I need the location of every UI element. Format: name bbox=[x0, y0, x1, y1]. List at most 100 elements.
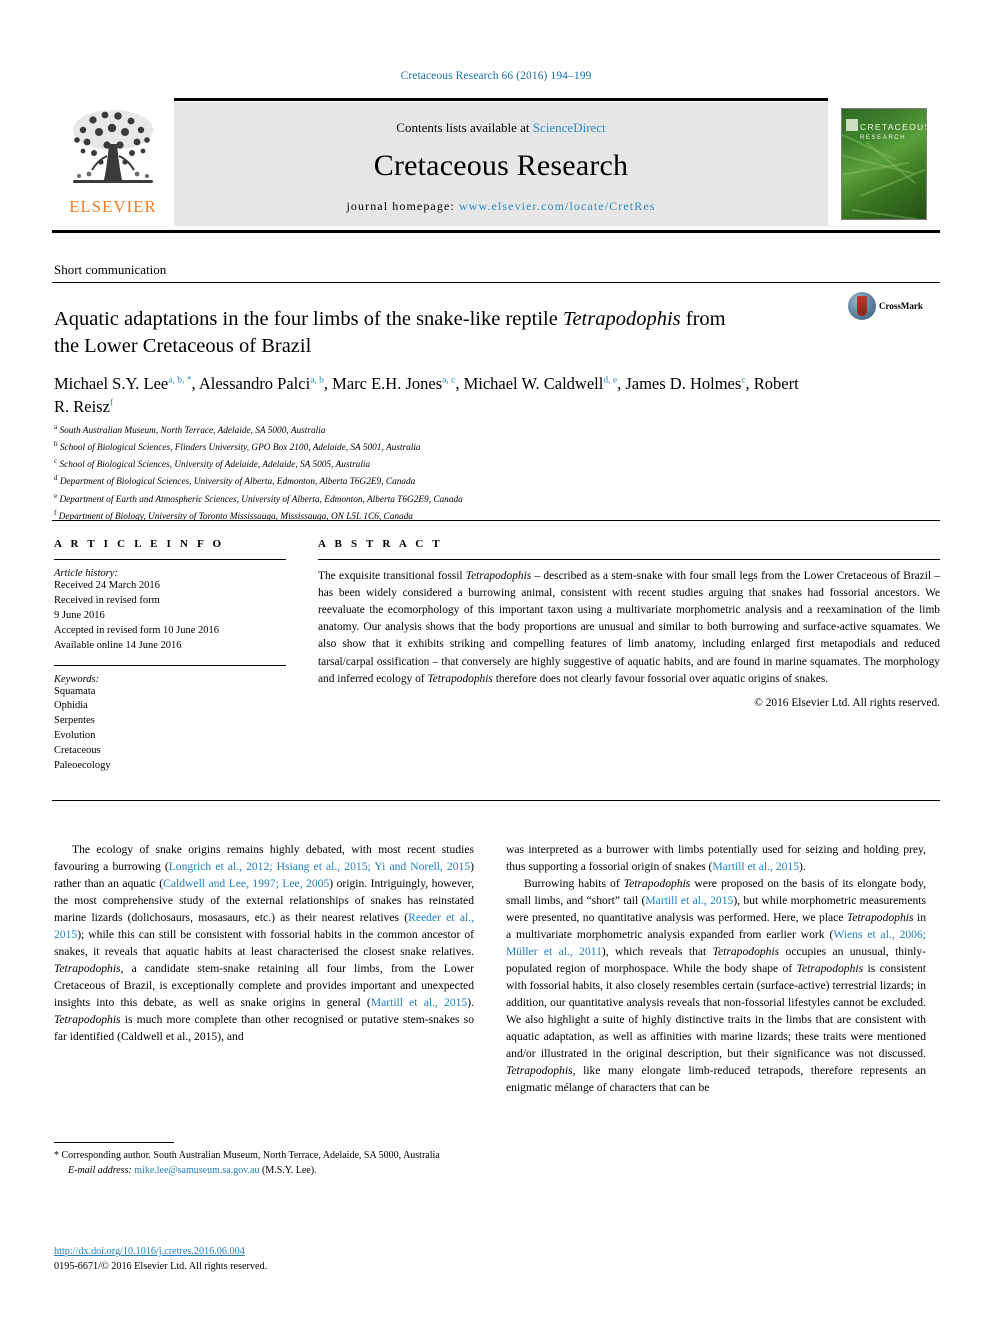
paragraph: Burrowing habits of Tetrapodophis were p… bbox=[506, 876, 926, 1097]
email-label: E-mail address: bbox=[68, 1164, 132, 1176]
article-info-section: A R T I C L E I N F O Article history: R… bbox=[54, 538, 286, 774]
cover-title-text: CRETACEOUS RESEARCH bbox=[860, 121, 927, 143]
citation-link[interactable]: Martill et al., 2015 bbox=[712, 860, 799, 873]
affiliation-marker: e bbox=[54, 491, 58, 500]
abstract-part-3: therefore does not clearly favour fossor… bbox=[492, 672, 829, 685]
paragraph: The ecology of snake origins remains hig… bbox=[54, 842, 474, 1046]
affiliation-marker: a bbox=[54, 423, 58, 431]
taxon-name: Tetrapodophis bbox=[846, 910, 914, 924]
history-item: Available online 14 June 2016 bbox=[54, 639, 182, 651]
homepage-prefix-text: journal homepage: bbox=[346, 199, 459, 213]
abstract-copyright: © 2016 Elsevier Ltd. All rights reserved… bbox=[754, 696, 940, 709]
sciencedirect-link[interactable]: ScienceDirect bbox=[533, 120, 606, 135]
corresponding-author-note: * Corresponding author. South Australian… bbox=[54, 1150, 440, 1161]
text-run: ). bbox=[467, 995, 474, 1009]
keyword-item: Paleoecology bbox=[54, 760, 111, 772]
affiliation-text: Department of Earth and Atmospheric Scie… bbox=[59, 494, 463, 505]
citation-link[interactable]: Martill et al., 2015 bbox=[645, 894, 733, 907]
article-history-label: Article history: bbox=[54, 568, 118, 579]
taxon-name: Tetrapodophis bbox=[712, 944, 780, 958]
author-entry[interactable]: James D. Holmesc bbox=[625, 374, 745, 393]
author-list: Michael S.Y. Leea, b, *, Alessandro Palc… bbox=[54, 374, 799, 417]
doi-block: http://dx.doi.org/10.1016/j.cretres.2016… bbox=[54, 1244, 474, 1275]
affiliation-item: b School of Biological Sciences, Flinder… bbox=[54, 439, 814, 456]
abstract-text: The exquisite transitional fossil Tetrap… bbox=[318, 568, 940, 688]
journal-homepage-link[interactable]: www.elsevier.com/locate/CretRes bbox=[459, 199, 656, 213]
title-taxon: Tetrapodophis bbox=[562, 307, 681, 330]
contents-available-line: Contents lists available at ScienceDirec… bbox=[396, 120, 605, 136]
cover-title-sub: RESEARCH bbox=[860, 134, 907, 141]
abstract-rule bbox=[318, 559, 940, 560]
elsevier-logo: ELSEVIER bbox=[52, 98, 174, 230]
taxon-name: Tetrapodophis bbox=[54, 961, 121, 975]
text-run: ); while this can still be consistent wi… bbox=[54, 927, 474, 958]
cover-title-main: CRETACEOUS bbox=[860, 122, 927, 132]
affiliation-text: Department of Biological Sciences, Unive… bbox=[59, 477, 416, 488]
history-item: Received 24 March 2016 bbox=[54, 580, 160, 591]
crossmark-badge-group[interactable]: CrossMark bbox=[848, 292, 923, 320]
affiliation-text: School of Biological Sciences, Flinders … bbox=[59, 443, 421, 454]
taxon-name: Tetrapodophis bbox=[506, 1063, 573, 1077]
article-info-heading: A R T I C L E I N F O bbox=[54, 538, 225, 550]
abstract-taxon-2: Tetrapodophis bbox=[427, 672, 493, 685]
footnote-rule bbox=[54, 1142, 174, 1143]
keyword-item: Squamata bbox=[54, 685, 96, 697]
history-item: Received in revised form bbox=[54, 594, 160, 606]
abstract-top-rule bbox=[52, 520, 940, 521]
author-entry[interactable]: Marc E.H. Jonesa, c bbox=[332, 374, 455, 393]
author-name: James D. Holmes bbox=[625, 374, 742, 393]
author-affil-marker: d, e bbox=[603, 375, 618, 386]
history-item: 9 June 2016 bbox=[54, 609, 105, 621]
cover-publisher-mark-icon bbox=[846, 119, 858, 131]
affiliation-list: a South Australian Museum, North Terrace… bbox=[54, 422, 814, 525]
email-link[interactable]: mike.lee@samuseum.sa.gov.au bbox=[134, 1165, 259, 1176]
body-column-left: The ecology of snake origins remains hig… bbox=[54, 842, 474, 1046]
affiliation-item: e Department of Earth and Atmospheric Sc… bbox=[54, 491, 814, 508]
keyword-item: Serpentes bbox=[54, 715, 95, 727]
keywords-rule bbox=[54, 664, 286, 666]
affiliation-marker: c bbox=[54, 457, 58, 466]
email-note: E-mail address: mike.lee@samuseum.sa.gov… bbox=[54, 1164, 474, 1179]
author-name: Marc E.H. Jones bbox=[332, 374, 443, 393]
text-run: Burrowing habits of bbox=[524, 876, 624, 890]
author-entry[interactable]: Alessandro Palcia, b bbox=[199, 374, 324, 393]
author-affil-marker: a, c bbox=[442, 375, 456, 386]
crossmark-icon bbox=[848, 292, 876, 320]
author-name: Michael S.Y. Lee bbox=[54, 374, 169, 393]
citation-link[interactable]: Longrich et al., 2012; Hsiang et al., 20… bbox=[169, 860, 470, 873]
text-run: is consistent with fossorial habits, it … bbox=[506, 961, 926, 1060]
affiliation-text: South Australian Museum, North Terrace, … bbox=[59, 426, 326, 437]
footnote-block: * Corresponding author. South Australian… bbox=[54, 1142, 474, 1178]
author-affil-marker: f bbox=[109, 398, 114, 409]
contents-prefix-text: Contents lists available at bbox=[396, 120, 533, 135]
affiliation-item: f Department of Biology, University of T… bbox=[54, 508, 814, 525]
article-info-rule bbox=[54, 559, 286, 560]
page-title: Aquatic adaptations in the four limbs of… bbox=[54, 306, 754, 360]
author-affil-marker: a, b, * bbox=[168, 375, 192, 386]
article-section-type: Short communication bbox=[54, 262, 167, 277]
taxon-name: Tetrapodophis bbox=[623, 876, 691, 890]
text-run: ). bbox=[799, 859, 806, 873]
affiliation-text: School of Biological Sciences, Universit… bbox=[59, 460, 371, 471]
citation-link[interactable]: Caldwell and Lee, 1997; Lee, 2005 bbox=[163, 877, 329, 890]
paragraph: was interpreted as a burrower with limbs… bbox=[506, 842, 926, 876]
taxon-name: Tetrapodophis bbox=[54, 1012, 121, 1026]
author-entry[interactable]: Michael S.Y. Leea, b, * bbox=[54, 374, 191, 393]
affiliation-item: c School of Biological Sciences, Univers… bbox=[54, 456, 814, 473]
keywords-label: Keywords: bbox=[54, 673, 100, 685]
journal-banner: Contents lists available at ScienceDirec… bbox=[174, 102, 828, 226]
body-column-right: was interpreted as a burrower with limbs… bbox=[506, 842, 926, 1097]
article-page: Cretaceous Research 66 (2016) 194–199 EL… bbox=[0, 0, 992, 1323]
author-name: Michael W. Caldwell bbox=[463, 374, 604, 393]
author-name: Alessandro Palci bbox=[198, 374, 311, 393]
doi-link[interactable]: http://dx.doi.org/10.1016/j.cretres.2016… bbox=[54, 1244, 474, 1259]
author-entry[interactable]: Michael W. Caldwelld, e bbox=[464, 374, 618, 393]
text-run: ), which reveals that bbox=[601, 944, 713, 958]
affiliation-marker: d bbox=[54, 474, 58, 483]
keyword-item: Evolution bbox=[54, 730, 96, 742]
journal-cover-thumbnail: CRETACEOUS RESEARCH bbox=[828, 98, 940, 230]
crossmark-label: CrossMark bbox=[879, 301, 923, 311]
affiliation-marker: b bbox=[54, 440, 58, 449]
elsevier-wordmark: ELSEVIER bbox=[69, 197, 157, 216]
citation-link[interactable]: Martill et al., 2015 bbox=[371, 996, 467, 1009]
